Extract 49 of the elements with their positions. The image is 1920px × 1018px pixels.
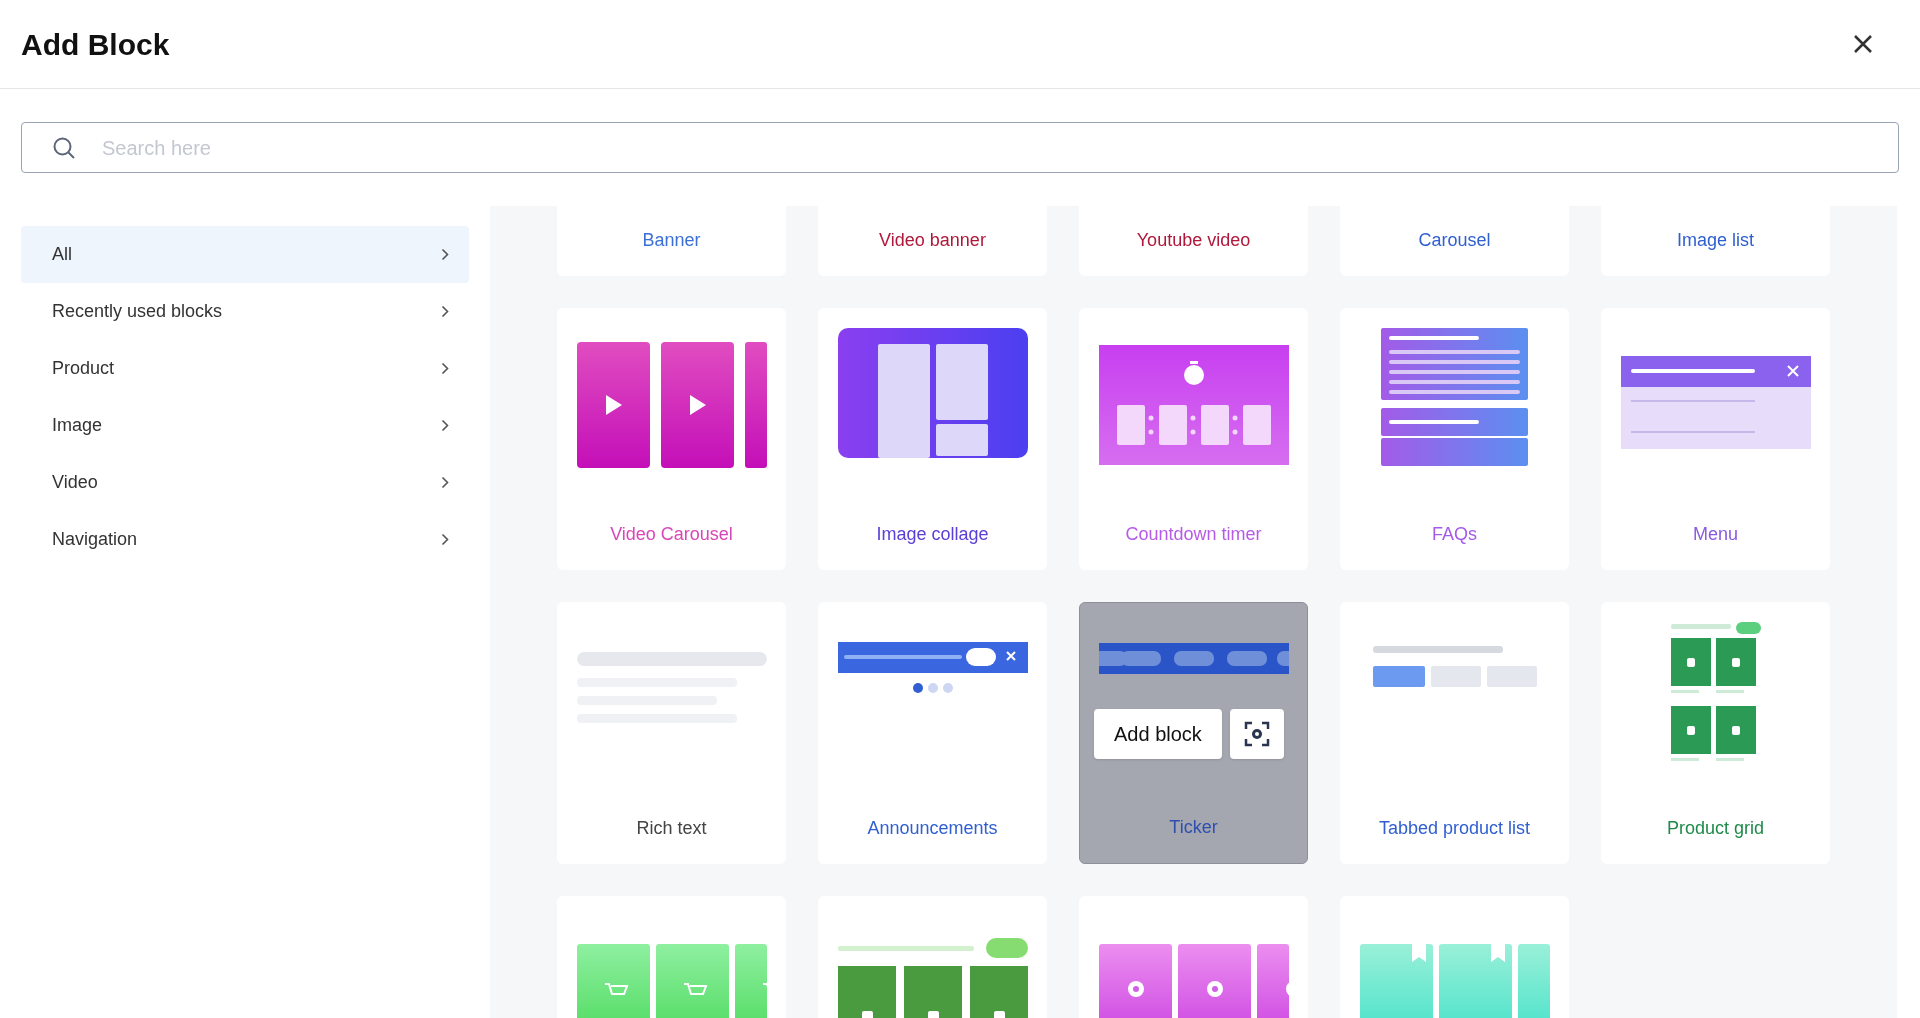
- dialog-title: Add Block: [21, 26, 170, 63]
- block-card[interactable]: Carousel: [1340, 206, 1569, 276]
- category-item[interactable]: Navigation: [21, 511, 469, 568]
- block-card[interactable]: Countdown timer: [1079, 308, 1308, 570]
- block-card[interactable]: Image list: [1601, 206, 1830, 276]
- block-card[interactable]: Menu: [1601, 308, 1830, 570]
- search-field[interactable]: Search here: [21, 122, 1899, 173]
- block-label: FAQs: [1432, 523, 1477, 546]
- block-card[interactable]: Announcements: [818, 602, 1047, 864]
- chevron-right-icon: [441, 419, 449, 432]
- chevron-right-icon: [441, 305, 449, 318]
- chevron-right-icon: [441, 362, 449, 375]
- block-label: Carousel: [1418, 229, 1491, 252]
- category-item[interactable]: Product: [21, 340, 469, 397]
- block-card[interactable]: Image collage: [818, 308, 1047, 570]
- block-label: Youtube video: [1136, 229, 1251, 252]
- block-label: Menu: [1693, 523, 1738, 546]
- block-card[interactable]: Youtube video: [1079, 206, 1308, 276]
- block-label: Image list: [1677, 229, 1754, 252]
- chevron-right-icon: [441, 248, 449, 261]
- block-label: Video banner: [879, 229, 986, 252]
- block-card[interactable]: Product grid: [1601, 602, 1830, 864]
- close-icon: [1853, 34, 1873, 54]
- add-block-button[interactable]: Add block: [1094, 709, 1222, 759]
- block-label: Banner: [642, 229, 701, 252]
- settings-focus-button[interactable]: [1229, 709, 1284, 759]
- block-card[interactable]: Banner: [557, 206, 786, 276]
- block-label: Image collage: [876, 523, 989, 546]
- search-input[interactable]: Search here: [102, 132, 1898, 163]
- category-item[interactable]: All: [21, 226, 469, 283]
- block-card[interactable]: Tabbed product list: [1340, 602, 1569, 864]
- category-item[interactable]: Video: [21, 454, 469, 511]
- block-card[interactable]: Video Carousel: [557, 308, 786, 570]
- chevron-right-icon: [441, 533, 449, 546]
- block-card[interactable]: Rich text: [557, 602, 786, 864]
- category-item[interactable]: Recently used blocks: [21, 283, 469, 340]
- block-card[interactable]: Video banner: [818, 206, 1047, 276]
- block-card[interactable]: Add block Ticker: [1079, 602, 1308, 864]
- chevron-right-icon: [441, 476, 449, 489]
- block-card[interactable]: FAQs: [1340, 308, 1569, 570]
- category-item[interactable]: Image: [21, 397, 469, 454]
- block-label: Ticker: [1169, 816, 1218, 839]
- block-label: Tabbed product list: [1378, 817, 1531, 840]
- block-label: Rich text: [636, 817, 707, 840]
- block-label: Video Carousel: [610, 523, 733, 546]
- search-icon: [52, 135, 76, 160]
- block-label: Product grid: [1666, 817, 1765, 840]
- block-label: Countdown timer: [1125, 523, 1262, 546]
- block-label: Announcements: [867, 817, 998, 840]
